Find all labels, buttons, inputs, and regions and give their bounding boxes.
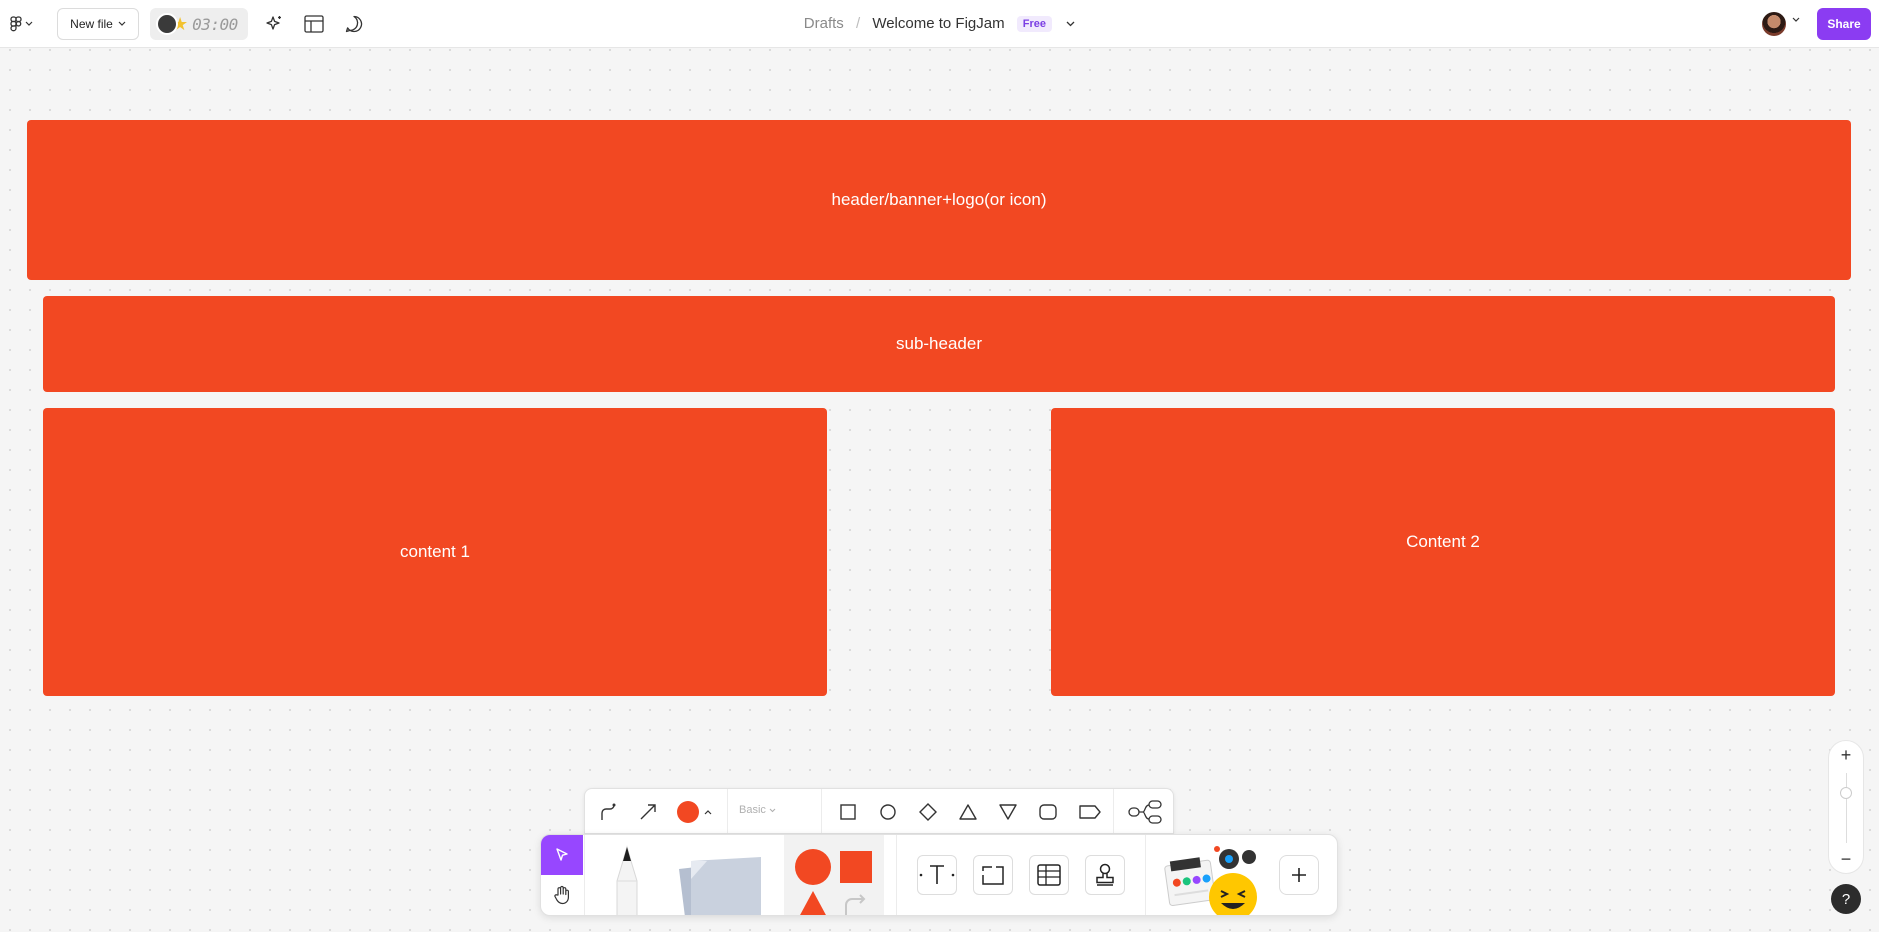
divider xyxy=(1113,789,1114,833)
stickers-tool-button[interactable] xyxy=(1159,843,1265,915)
shapes-icon xyxy=(795,849,872,915)
chevron-down-icon xyxy=(1792,17,1800,22)
section-tool-button[interactable] xyxy=(973,855,1013,895)
triangle-shape-button[interactable] xyxy=(955,799,981,825)
content-2-label: Content 2 xyxy=(1406,532,1480,551)
table-tool-button[interactable] xyxy=(1029,855,1069,895)
shapes-tool-button[interactable] xyxy=(784,835,884,915)
pen-icon xyxy=(616,845,638,915)
select-tool-button[interactable] xyxy=(541,835,583,875)
text-icon xyxy=(919,865,955,884)
diamond-shape-button[interactable] xyxy=(915,799,941,825)
breadcrumb-separator: / xyxy=(855,15,861,32)
shape-style-label: Basic xyxy=(739,804,766,816)
hand-tool-button[interactable] xyxy=(541,875,583,915)
arrow-line-button[interactable] xyxy=(635,799,661,825)
text-tool-button[interactable] xyxy=(917,855,957,895)
top-bar: New file ★ 03:00 Drafts / Welcome to Fig… xyxy=(0,0,1879,48)
divider xyxy=(1145,835,1146,915)
rounded-rect-icon xyxy=(1039,804,1057,820)
sub-header-shape[interactable]: sub-header xyxy=(43,296,1835,392)
sparkle-icon xyxy=(266,16,281,30)
tag-shape-icon xyxy=(1079,805,1101,819)
user-avatar[interactable] xyxy=(1762,12,1786,36)
file-title[interactable]: Welcome to FigJam xyxy=(872,15,1004,32)
help-button[interactable]: ? xyxy=(1831,884,1861,914)
breadcrumb-drafts[interactable]: Drafts xyxy=(804,15,844,32)
more-tools-button[interactable] xyxy=(1279,855,1319,895)
zoom-slider-thumb[interactable] xyxy=(1840,787,1852,799)
arrow-icon xyxy=(640,804,656,820)
main-toolbar xyxy=(540,834,1338,916)
chevron-down-icon xyxy=(769,808,776,813)
divider xyxy=(584,835,585,915)
mindmap-icon xyxy=(1128,800,1162,824)
avatar-menu-chevron[interactable] xyxy=(1792,15,1800,26)
timer-widget[interactable]: ★ 03:00 xyxy=(150,8,248,40)
share-button[interactable]: Share xyxy=(1817,8,1871,40)
select-icon xyxy=(556,848,568,861)
stamp-icon xyxy=(1096,863,1114,886)
figma-logo-menu[interactable] xyxy=(10,14,40,34)
mindmap-button[interactable] xyxy=(1125,799,1165,825)
circle-icon xyxy=(880,804,896,820)
divider xyxy=(821,789,822,833)
triangle-down-icon xyxy=(999,804,1017,820)
comment-icon xyxy=(345,15,363,33)
figma-logo-icon xyxy=(10,16,22,32)
plus-icon xyxy=(1292,868,1306,882)
sticky-note-icon xyxy=(679,857,761,915)
connector-icon xyxy=(601,803,616,820)
layout-icon xyxy=(304,15,324,33)
new-file-button[interactable]: New file xyxy=(57,8,139,40)
content-1-shape[interactable]: content 1 xyxy=(43,408,827,696)
triangle-icon xyxy=(959,804,977,820)
timer-text: 03:00 xyxy=(192,14,238,34)
chevron-down-icon xyxy=(118,21,126,26)
divider xyxy=(727,789,728,833)
rounded-rect-shape-button[interactable] xyxy=(1035,799,1061,825)
content-2-shape[interactable]: Content 2 xyxy=(1051,408,1835,696)
divider xyxy=(896,835,897,915)
zoom-out-button[interactable]: − xyxy=(1829,849,1863,869)
square-icon xyxy=(840,804,856,820)
comments-button[interactable] xyxy=(342,12,366,36)
plan-badge[interactable]: Free xyxy=(1016,16,1053,33)
timer-avatar-icon xyxy=(156,13,178,35)
header-banner-shape[interactable]: header/banner+logo(or icon) xyxy=(27,120,1851,280)
shape-style-select[interactable]: Basic xyxy=(739,804,776,816)
section-icon xyxy=(982,866,1004,885)
square-shape-button[interactable] xyxy=(835,799,861,825)
shape-options-bar: Basic xyxy=(584,788,1174,834)
triangle-down-shape-button[interactable] xyxy=(995,799,1021,825)
circle-shape-button[interactable] xyxy=(875,799,901,825)
table-icon xyxy=(1037,864,1061,886)
chevron-down-icon xyxy=(25,21,33,26)
stamp-tool-button[interactable] xyxy=(1085,855,1125,895)
ai-sparkle-button[interactable] xyxy=(262,12,286,36)
zoom-slider-track[interactable] xyxy=(1846,773,1847,843)
templates-button[interactable] xyxy=(302,12,326,36)
file-menu-chevron[interactable] xyxy=(1066,18,1075,30)
sticky-note-tool-button[interactable] xyxy=(671,849,767,915)
stickers-icon xyxy=(1164,846,1257,915)
fill-color-icon xyxy=(677,801,712,823)
new-file-label: New file xyxy=(70,17,113,31)
sub-header-label: sub-header xyxy=(895,334,982,353)
zoom-in-button[interactable]: + xyxy=(1829,745,1863,765)
chevron-down-icon xyxy=(1066,21,1075,27)
fill-color-picker[interactable] xyxy=(675,799,713,825)
hand-icon xyxy=(554,885,569,905)
diamond-icon xyxy=(919,803,937,821)
content-1-label: content 1 xyxy=(400,542,470,561)
tag-shape-button[interactable] xyxy=(1075,799,1105,825)
zoom-control: + − xyxy=(1828,740,1864,874)
header-banner-label: header/banner+logo(or icon) xyxy=(831,190,1047,209)
pen-tool-button[interactable] xyxy=(607,845,647,915)
connector-elbow-button[interactable] xyxy=(595,799,621,825)
